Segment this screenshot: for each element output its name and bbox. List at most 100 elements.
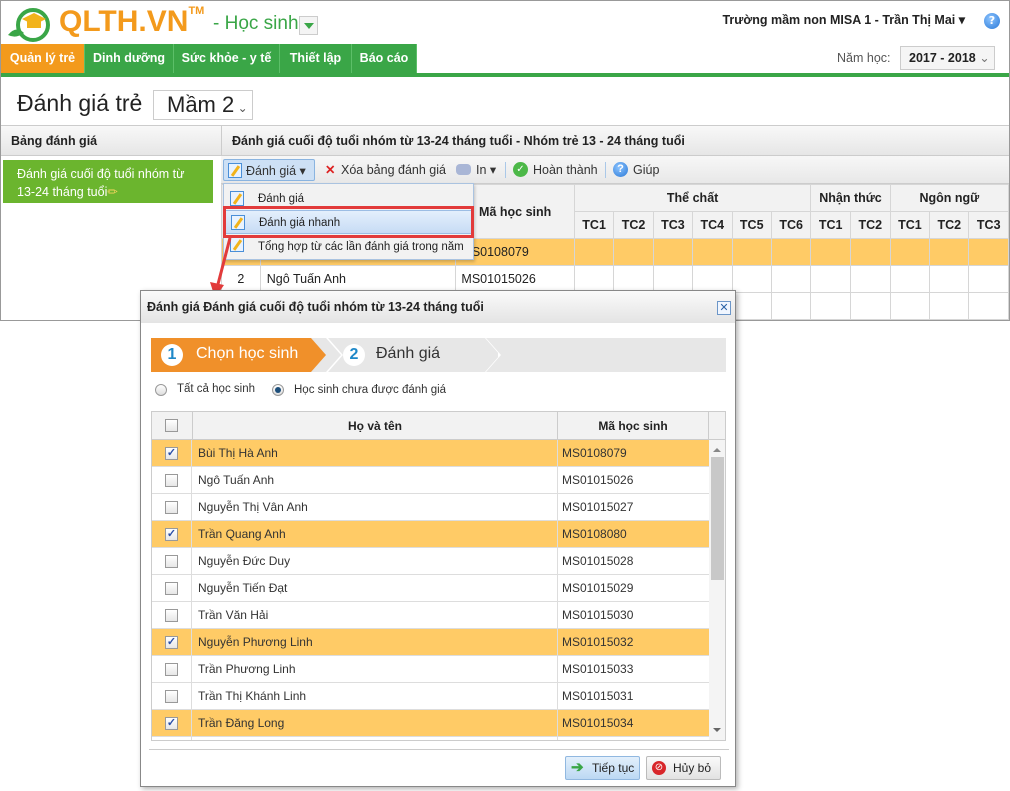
row-checkbox[interactable]: ✓ (165, 717, 178, 730)
cancel-button[interactable]: ⊘ Hủy bỏ (646, 756, 721, 780)
row-checkbox[interactable] (165, 690, 178, 703)
quick-evaluate-dialog: Đánh giá Đánh giá cuối độ tuổi nhóm từ 1… (140, 290, 736, 787)
student-row[interactable]: Ngô Tuấn Anh MS01015026 (152, 467, 709, 494)
help-button[interactable]: ? Giúp (613, 159, 659, 181)
student-name: Trần Phương Linh (192, 656, 558, 683)
student-code: MS0108080 (562, 527, 627, 541)
tab-suc-khoe[interactable]: Sức khỏe - y tế (174, 44, 280, 73)
toolbar-separator (605, 162, 606, 178)
print-button[interactable]: In ▾ (456, 159, 496, 181)
toolbar-separator (505, 162, 506, 178)
table-row[interactable]: 2 Ngô Tuấn Anh MS01015026 (221, 265, 1009, 293)
step-label: Chọn học sinh (196, 345, 299, 362)
tab-quan-ly-tre[interactable]: Quản lý trẻ (1, 44, 85, 73)
toolbar: Đánh giá ▾ ✕ Xóa bảng đánh giá In ▾ ✓ Hoàn… (221, 156, 1009, 184)
page-title: Đánh giá trẻ (17, 90, 143, 116)
col-tc: TC4 (692, 211, 733, 239)
complete-button[interactable]: ✓ Hoàn thành (513, 159, 598, 181)
dialog-title: Đánh giá Đánh giá cuối độ tuổi nhóm từ 1… (141, 291, 735, 323)
evaluate-button[interactable]: Đánh giá ▾ (223, 159, 315, 181)
student-name: Ngô Tuấn Anh (192, 467, 558, 494)
student-name: Trần Thị Khánh Linh (192, 683, 558, 710)
row-checkbox[interactable]: ✓ (165, 528, 178, 541)
logo-text: QLTH.VNTM (59, 5, 205, 38)
row-checkbox[interactable]: ✓ (165, 636, 178, 649)
row-checkbox[interactable] (165, 663, 178, 676)
radio-unevaluated-students[interactable] (272, 384, 284, 396)
row-checkbox[interactable] (165, 582, 178, 595)
year-select[interactable]: 2017 - 2018 ⌄ (900, 46, 995, 70)
col-tc: TC1 (810, 211, 851, 239)
user-menu[interactable]: Trường mầm non MISA 1 - Trần Thị Mai ▾ (722, 12, 965, 27)
step-2: 2 Đánh giá (328, 338, 498, 372)
col-tc: TC2 (929, 211, 970, 239)
student-row[interactable]: Trần Thị Khánh Linh MS01015031 (152, 683, 709, 710)
student-row[interactable]: ✓ Trần Đăng Long MS01015034 (152, 710, 709, 737)
footer-divider (149, 749, 729, 750)
continue-button[interactable]: ➔ Tiếp tục (565, 756, 640, 780)
delete-button[interactable]: ✕ Xóa bảng đánh giá (323, 159, 446, 181)
row-checkbox[interactable]: ✓ (165, 447, 178, 460)
class-select[interactable]: Mầm 2 ⌄ (153, 90, 253, 120)
student-row[interactable]: Trần Phương Linh MS01015033 (152, 656, 709, 683)
row-checkbox[interactable] (165, 501, 178, 514)
student-row[interactable]: ✓ Bùi Thị Hà Anh MS0108079 (152, 440, 709, 467)
evaluate-icon (230, 191, 244, 206)
arrow-right-icon: ➔ (571, 759, 584, 776)
cancel-icon: ⊘ (652, 761, 666, 775)
student-name: Trần Quang Anh (192, 521, 558, 548)
pencil-icon: ✏ (107, 185, 118, 199)
radio-label: Học sinh chưa được đánh giá (294, 384, 447, 396)
role-label: - Học sinh (213, 13, 299, 34)
role-dropdown-button[interactable] (299, 16, 318, 35)
step-label: Đánh giá (376, 345, 441, 362)
col-full-name: Họ và tên (192, 412, 558, 440)
student-row[interactable]: Trần Văn Hải MS01015030 (152, 602, 709, 629)
student-row[interactable] (152, 737, 709, 740)
left-panel-item[interactable]: Đánh giá cuối độ tuổi nhóm từ 13-24 thán… (3, 160, 213, 203)
row-checkbox[interactable] (165, 609, 178, 622)
student-name: Nguyễn Phương Linh (192, 629, 558, 656)
close-icon[interactable]: ✕ (717, 301, 731, 315)
step-1: 1 Chọn học sinh (151, 338, 326, 372)
col-tc: TC1 (889, 211, 931, 239)
print-icon (456, 164, 471, 175)
student-row[interactable]: Nguyễn Thị Vân Anh MS01015027 (152, 494, 709, 521)
grid-header: Họ và tên Mã học sinh (152, 412, 725, 440)
tab-dinh-duong[interactable]: Dinh dưỡng (85, 44, 174, 73)
col-tc: TC2 (850, 211, 891, 239)
cell-name: Ngô Tuấn Anh (259, 265, 457, 293)
student-name: Nguyễn Thị Vân Anh (192, 494, 558, 521)
cell-code: MS01015026 (455, 265, 575, 293)
col-tc: TC6 (770, 211, 812, 239)
help-icon[interactable]: ? (984, 13, 1000, 29)
vertical-scrollbar[interactable] (709, 440, 725, 740)
help-icon: ? (613, 162, 628, 177)
student-row[interactable]: ✓ Trần Quang Anh MS0108080 (152, 521, 709, 548)
menu-item-tong-hop[interactable]: Tổng hợp từ các lần đánh giá trong năm (224, 235, 473, 259)
student-code: MS01015030 (562, 608, 634, 622)
student-row[interactable]: ✓ Nguyễn Phương Linh MS01015032 (152, 629, 709, 656)
col-tc: TC2 (613, 211, 654, 239)
select-all-checkbox[interactable] (165, 419, 178, 432)
student-name: Nguyễn Đức Duy (192, 548, 558, 575)
student-row[interactable]: Nguyễn Đức Duy MS01015028 (152, 548, 709, 575)
student-row[interactable]: Nguyễn Tiến Đạt MS01015029 (152, 575, 709, 602)
row-checkbox[interactable] (165, 474, 178, 487)
check-icon: ✓ (513, 162, 528, 177)
app-window: QLTH.VNTM - Học sinh Trường mầm non MISA… (0, 0, 1010, 321)
wizard-steps: 1 Chọn học sinh 2 Đánh giá (151, 338, 726, 372)
step-number: 1 (161, 344, 183, 366)
row-checkbox[interactable] (165, 555, 178, 568)
scroll-down-icon[interactable] (713, 728, 721, 736)
col-student-code: Mã học sinh (558, 412, 709, 440)
radio-all-students[interactable] (155, 384, 167, 396)
tab-bao-cao[interactable]: Báo cáo (352, 44, 417, 73)
evaluate-icon (228, 163, 242, 178)
col-tc: TC5 (731, 211, 772, 239)
student-code: MS01015033 (562, 662, 634, 676)
scroll-thumb[interactable] (711, 457, 724, 580)
tab-thiet-lap[interactable]: Thiết lập (280, 44, 352, 73)
student-grid: Họ và tên Mã học sinh ✓ Bùi Thị Hà Anh MS0… (151, 411, 726, 741)
scroll-up-icon[interactable] (713, 444, 721, 452)
